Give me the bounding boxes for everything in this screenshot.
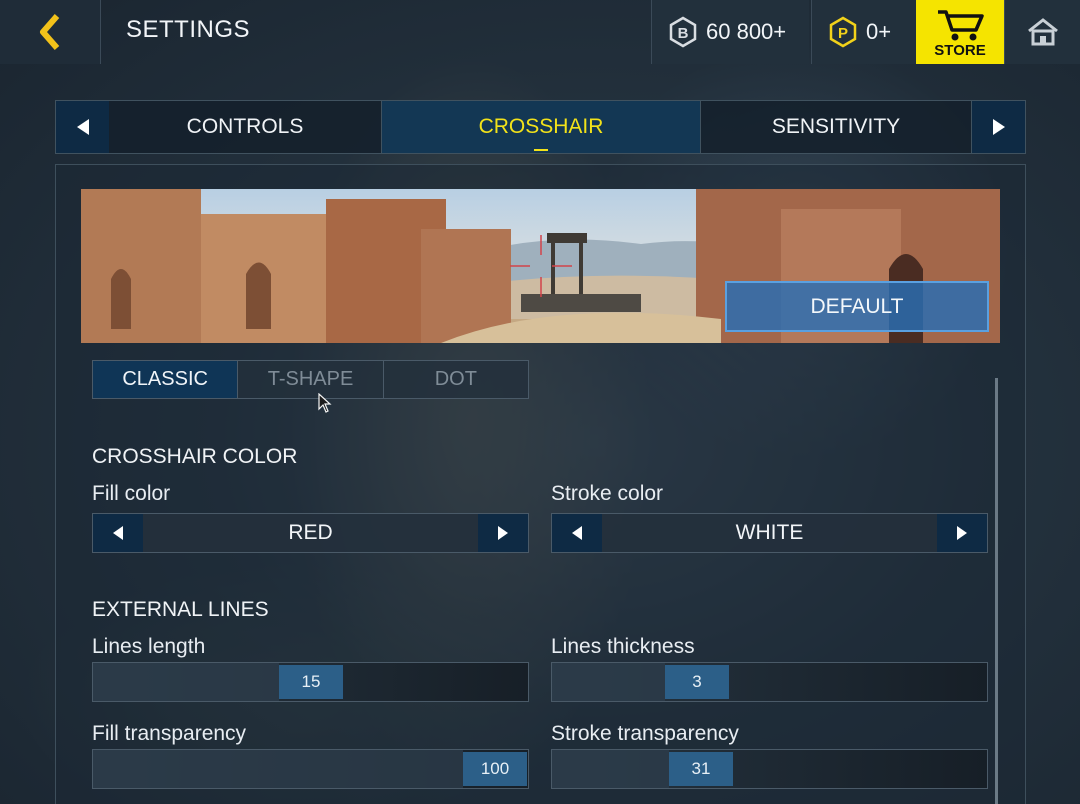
home-button[interactable] <box>1004 0 1080 64</box>
slider-track-fill <box>552 663 665 701</box>
fill-transparency-slider[interactable]: 100 <box>92 749 529 789</box>
slider-track-fill <box>93 750 463 788</box>
slider-thumb[interactable]: 3 <box>665 665 729 699</box>
tab-next-button[interactable] <box>972 101 1025 153</box>
back-button[interactable] <box>0 0 101 64</box>
fill-color-label: Fill color <box>92 482 171 505</box>
settings-tabs: CONTROLS CROSSHAIR SENSITIVITY <box>55 100 1026 154</box>
slider-track-fill <box>93 663 279 701</box>
arrow-left-icon <box>76 119 89 135</box>
crosshair-color-heading: CROSSHAIR COLOR <box>92 445 298 468</box>
arrow-right-icon <box>498 526 508 540</box>
lines-length-slider[interactable]: 15 <box>92 662 529 702</box>
crosshair-style-selector: CLASSIC T-SHAPE DOT <box>92 360 529 399</box>
stroke-transparency-slider[interactable]: 31 <box>551 749 988 789</box>
currency-b-amount: 60 800+ <box>706 19 787 44</box>
p-coin-icon: P <box>829 16 857 48</box>
currency-p-display[interactable]: P 0+ <box>811 0 916 64</box>
store-label: STORE <box>934 42 986 59</box>
lines-length-label: Lines length <box>92 635 206 658</box>
stroke-transparency-label: Stroke transparency <box>551 722 739 745</box>
lines-thickness-slider[interactable]: 3 <box>551 662 988 702</box>
fill-color-prev-button[interactable] <box>93 514 143 552</box>
slider-thumb[interactable]: 15 <box>279 665 343 699</box>
tab-sensitivity[interactable]: SENSITIVITY <box>701 101 972 153</box>
currency-p-amount: 0+ <box>866 19 892 44</box>
svg-text:P: P <box>838 25 848 42</box>
fill-color-selector: RED <box>92 513 529 553</box>
panel-scrollbar[interactable] <box>995 378 998 804</box>
home-icon <box>1028 18 1058 46</box>
arrow-right-icon <box>992 119 1005 135</box>
arrow-left-icon <box>572 526 582 540</box>
arrow-right-icon <box>957 526 967 540</box>
tab-controls[interactable]: CONTROLS <box>109 101 382 153</box>
stroke-color-label: Stroke color <box>551 482 664 505</box>
slider-thumb[interactable]: 100 <box>463 752 527 786</box>
tab-prev-button[interactable] <box>56 101 109 153</box>
tab-crosshair[interactable]: CROSSHAIR <box>382 101 701 153</box>
fill-color-value: RED <box>288 521 333 544</box>
default-button[interactable]: DEFAULT <box>725 281 989 332</box>
tab-label: CONTROLS <box>186 115 304 138</box>
lines-thickness-label: Lines thickness <box>551 635 695 658</box>
style-option-t-shape[interactable]: T-SHAPE <box>238 361 384 398</box>
b-coin-icon: B <box>669 16 697 48</box>
stroke-color-prev-button[interactable] <box>552 514 602 552</box>
stroke-color-value: WHITE <box>735 521 804 544</box>
fill-color-next-button[interactable] <box>478 514 528 552</box>
svg-text:B: B <box>678 25 689 42</box>
mouse-cursor-icon <box>318 393 332 413</box>
slider-thumb[interactable]: 31 <box>669 752 733 786</box>
tab-label: CROSSHAIR <box>478 115 604 138</box>
slider-track-fill <box>552 750 669 788</box>
external-lines-heading: EXTERNAL LINES <box>92 598 269 621</box>
active-tab-indicator <box>534 149 548 151</box>
top-bar: SETTINGS B 60 800+ P 0+ STORE <box>0 0 1080 64</box>
chevron-left-icon <box>40 14 60 50</box>
stroke-color-next-button[interactable] <box>937 514 987 552</box>
fill-transparency-label: Fill transparency <box>92 722 247 745</box>
currency-b-display[interactable]: B 60 800+ <box>651 0 809 64</box>
page-title: SETTINGS <box>126 16 251 43</box>
stroke-color-selector: WHITE <box>551 513 988 553</box>
store-button[interactable]: STORE <box>916 0 1004 64</box>
tab-label: SENSITIVITY <box>771 115 901 138</box>
style-option-classic[interactable]: CLASSIC <box>93 361 239 398</box>
cart-icon <box>938 10 984 41</box>
style-option-dot[interactable]: DOT <box>384 361 528 398</box>
arrow-left-icon <box>113 526 123 540</box>
